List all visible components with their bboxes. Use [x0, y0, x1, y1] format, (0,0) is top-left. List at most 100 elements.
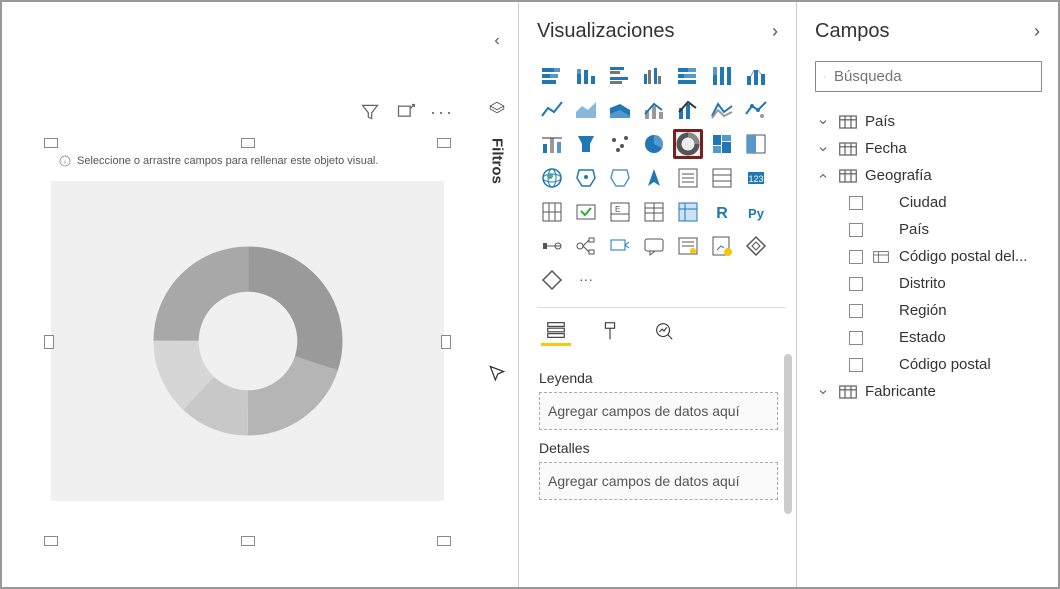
viz-stacked-area-icon[interactable]	[605, 95, 635, 125]
viz-stacked-bar-icon[interactable]	[537, 61, 567, 91]
viz-matrix-icon[interactable]	[537, 197, 567, 227]
field-label: Región	[899, 302, 947, 319]
viz-key-influencers-icon[interactable]	[571, 231, 601, 261]
more-options-icon[interactable]: ···	[432, 102, 452, 122]
viz-scatter-icon[interactable]	[741, 95, 771, 125]
resize-handle[interactable]	[241, 138, 255, 148]
table-label: Geografía	[865, 167, 932, 184]
svg-text:···: ···	[579, 271, 593, 287]
resize-handle[interactable]	[441, 335, 451, 349]
viz-slicer-icon[interactable]	[673, 163, 703, 193]
donut-visual-placeholder[interactable]: Seleccione o arrastre campos para rellen…	[50, 142, 445, 542]
field-checkbox[interactable]	[849, 331, 863, 345]
viz-r-visual-icon[interactable]: R	[707, 197, 737, 227]
field-código-postal[interactable]: Código postal	[815, 351, 1048, 378]
viz-filled-map-icon[interactable]	[571, 163, 601, 193]
viz-kpi-icon[interactable]	[571, 197, 601, 227]
viz-power-apps-icon[interactable]	[741, 231, 771, 261]
filter-icon[interactable]	[360, 102, 380, 122]
field-ciudad[interactable]: Ciudad	[815, 189, 1048, 216]
viz-map-shape-icon[interactable]	[707, 129, 737, 159]
viz-custom-icon[interactable]	[537, 265, 567, 295]
viz-python-icon[interactable]	[537, 231, 567, 261]
viz-line-stacked-icon[interactable]	[673, 95, 703, 125]
field-código-postal-del...[interactable]: Código postal del...	[815, 243, 1048, 270]
viz-globe-icon[interactable]	[537, 163, 567, 193]
visualization-gallery: 123 E RPy ···	[537, 61, 786, 295]
field-checkbox[interactable]	[849, 196, 863, 210]
viz-azure-map-icon[interactable]	[605, 163, 635, 193]
field-label: Código postal	[899, 356, 991, 373]
fields-tab[interactable]	[541, 316, 571, 346]
viz-arcgis-icon[interactable]	[639, 163, 669, 193]
viz-table-icon[interactable]	[639, 197, 669, 227]
filters-pane-collapsed[interactable]: ‹ Filtros	[476, 2, 518, 587]
viz-gauge-icon[interactable]	[741, 129, 771, 159]
resize-handle[interactable]	[437, 138, 451, 148]
viz-py-visual-icon[interactable]: Py	[741, 197, 771, 227]
viz-stacked-column-icon[interactable]	[571, 61, 601, 91]
field-label: Distrito	[899, 275, 946, 292]
resize-handle[interactable]	[44, 138, 58, 148]
table-fabricante[interactable]: Fabricante	[815, 378, 1048, 405]
search-input[interactable]	[834, 68, 1033, 85]
details-well[interactable]: Agregar campos de datos aquí	[539, 462, 778, 500]
viz-funnel-icon[interactable]	[571, 129, 601, 159]
viz-pie-icon[interactable]	[537, 129, 567, 159]
fields-pane: Campos › PaísFechaGeografíaCiudadPaísCód…	[796, 2, 1058, 587]
viz-donut-icon[interactable]	[673, 129, 703, 159]
legend-well[interactable]: Agregar campos de datos aquí	[539, 392, 778, 430]
resize-handle[interactable]	[44, 335, 54, 349]
resize-handle[interactable]	[241, 536, 255, 546]
viz-100-bar-icon[interactable]	[673, 61, 703, 91]
viz-clustered-column-icon[interactable]	[639, 61, 669, 91]
viz-area-icon[interactable]	[571, 95, 601, 125]
focus-mode-icon[interactable]	[396, 102, 416, 122]
collapse-fields-icon[interactable]: ›	[1034, 21, 1040, 42]
viz-pivot-icon[interactable]	[673, 197, 703, 227]
viz-multi-card-icon[interactable]: E	[605, 197, 635, 227]
viz-paginated-icon[interactable]	[707, 231, 737, 261]
fields-search[interactable]	[815, 61, 1042, 92]
collapse-viz-icon[interactable]: ›	[772, 21, 778, 42]
table-geografía[interactable]: Geografía	[815, 162, 1048, 189]
viz-more-icon[interactable]: ···	[571, 265, 601, 295]
eraser-icon[interactable]	[488, 100, 506, 118]
field-estado[interactable]: Estado	[815, 324, 1048, 351]
scrollbar-thumb[interactable]	[784, 354, 792, 514]
viz-smart-narrative-icon[interactable]	[673, 231, 703, 261]
details-well-label: Detalles	[539, 440, 778, 456]
chevron-icon	[817, 143, 831, 155]
viz-ribbon-icon[interactable]	[741, 61, 771, 91]
format-tab[interactable]	[595, 316, 625, 346]
field-checkbox[interactable]	[849, 250, 863, 264]
search-icon	[824, 69, 826, 85]
viz-decomposition-icon[interactable]	[605, 231, 635, 261]
expand-filters-icon[interactable]: ‹	[494, 32, 499, 50]
viz-table-viz-icon[interactable]	[707, 163, 737, 193]
field-checkbox[interactable]	[849, 304, 863, 318]
analytics-tab[interactable]	[649, 316, 679, 346]
field-checkbox[interactable]	[849, 277, 863, 291]
viz-donut-pie-icon[interactable]	[639, 129, 669, 159]
field-país[interactable]: País	[815, 216, 1048, 243]
field-región[interactable]: Región	[815, 297, 1048, 324]
report-canvas[interactable]: ··· Seleccione o arrastre campos para re…	[2, 2, 476, 587]
viz-waterfall-icon[interactable]	[707, 95, 737, 125]
table-label: País	[865, 113, 895, 130]
resize-handle[interactable]	[437, 536, 451, 546]
table-país[interactable]: País	[815, 108, 1048, 135]
viz-line-icon[interactable]	[537, 95, 567, 125]
viz-clustered-bar-icon[interactable]	[605, 61, 635, 91]
viz-100-column-icon[interactable]	[707, 61, 737, 91]
viz-qa-icon[interactable]	[639, 231, 669, 261]
viz-card-icon[interactable]: 123	[741, 163, 771, 193]
viz-treemap-icon[interactable]	[605, 129, 635, 159]
viz-line-clustered-icon[interactable]	[639, 95, 669, 125]
field-distrito[interactable]: Distrito	[815, 270, 1048, 297]
field-checkbox[interactable]	[849, 358, 863, 372]
field-checkbox[interactable]	[849, 223, 863, 237]
resize-handle[interactable]	[44, 536, 58, 546]
legend-well-label: Leyenda	[539, 370, 778, 386]
table-fecha[interactable]: Fecha	[815, 135, 1048, 162]
